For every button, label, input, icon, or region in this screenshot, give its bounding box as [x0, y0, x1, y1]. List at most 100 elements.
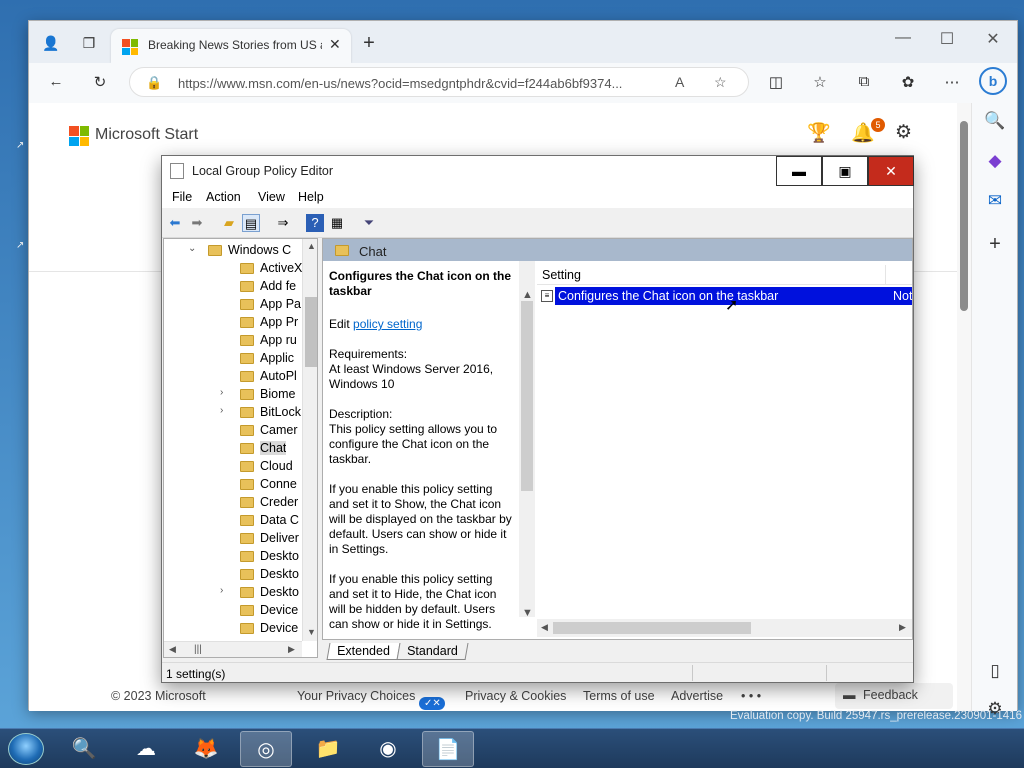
- scroll-right-icon[interactable]: ▶: [288, 644, 295, 655]
- desc-scroll-thumb[interactable]: [521, 301, 533, 491]
- settings-gear-icon[interactable]: ⚙: [895, 121, 912, 144]
- profile-icon[interactable]: 👤: [41, 33, 61, 53]
- tree-item[interactable]: Deskto: [164, 565, 304, 583]
- tree-item[interactable]: AutoPl: [164, 367, 304, 385]
- more-menu-icon[interactable]: ⋯: [941, 73, 963, 91]
- favorites-icon[interactable]: ☆: [809, 73, 831, 91]
- copilot-icon[interactable]: ◆: [984, 151, 1006, 171]
- favorite-star-icon[interactable]: ☆: [714, 74, 727, 91]
- terms-link[interactable]: Terms of use: [583, 689, 655, 703]
- close-tab-icon[interactable]: ✕: [329, 36, 341, 53]
- browser-tab[interactable]: Breaking News Stories from US a ✕: [111, 29, 351, 63]
- export-list-icon[interactable]: ⇒: [274, 214, 292, 232]
- chevron-down-icon[interactable]: ⌄: [188, 243, 196, 254]
- privacy-choices-link[interactable]: Your Privacy Choices ✓✕: [297, 689, 446, 710]
- tree-item[interactable]: Device: [164, 601, 304, 619]
- tab-standard[interactable]: Standard: [396, 643, 469, 660]
- close-window-icon[interactable]: ✕: [983, 29, 1003, 49]
- new-tab-icon[interactable]: +: [359, 33, 379, 53]
- forward-arrow-icon[interactable]: ➡: [188, 214, 206, 232]
- gpe-maximize-button[interactable]: ▣: [822, 156, 868, 186]
- tree-item[interactable]: Camer: [164, 421, 304, 439]
- split-screen-icon[interactable]: ◫: [765, 73, 787, 91]
- tree-item[interactable]: App ru: [164, 331, 304, 349]
- tree-scroll-thumb[interactable]: [305, 297, 317, 367]
- minimize-icon[interactable]: —: [893, 29, 913, 47]
- page-scrollbar[interactable]: [957, 103, 971, 711]
- read-aloud-icon[interactable]: A: [675, 74, 684, 90]
- firefox-icon[interactable]: 🦊: [180, 731, 232, 767]
- tree-item[interactable]: Applic: [164, 349, 304, 367]
- scroll-up-icon[interactable]: ▲: [307, 241, 316, 251]
- address-bar[interactable]: 🔒 https://www.msn.com/en-us/news?ocid=ms…: [129, 67, 749, 97]
- tree-hscroll-thumb[interactable]: |||: [194, 644, 202, 655]
- more-links-button[interactable]: • • •: [741, 689, 761, 703]
- outlook-icon[interactable]: ✉: [984, 191, 1006, 211]
- list-scroll-right-icon[interactable]: ▶: [899, 622, 906, 633]
- properties-icon[interactable]: ▦: [328, 214, 346, 232]
- table-row[interactable]: ≡ Configures the Chat icon on the taskba…: [537, 287, 912, 314]
- setting-column-header[interactable]: Setting: [537, 265, 912, 285]
- menu-view[interactable]: View: [258, 190, 285, 204]
- tree-item[interactable]: Conne: [164, 475, 304, 493]
- tree-item[interactable]: App Pr: [164, 313, 304, 331]
- tree-vertical-scrollbar[interactable]: ▲ ▼: [302, 239, 317, 641]
- chevron-right-icon[interactable]: ›: [220, 387, 223, 398]
- privacy-cookies-link[interactable]: Privacy & Cookies: [465, 689, 566, 703]
- policy-tree[interactable]: ▲ ▼ ◀ ||| ▶ ⌄ Windows C ActiveX Add fe App P…: [163, 238, 318, 658]
- tree-item[interactable]: Deskto: [164, 547, 304, 565]
- tree-horizontal-scrollbar[interactable]: ◀ ||| ▶: [164, 641, 302, 657]
- weather-widget-icon[interactable]: ☁: [120, 731, 172, 767]
- tree-item[interactable]: ⌄ Windows C: [164, 241, 304, 259]
- menu-file[interactable]: File: [172, 190, 192, 204]
- advertise-link[interactable]: Advertise: [671, 689, 723, 703]
- file-explorer-icon[interactable]: 📁: [302, 731, 354, 767]
- sidebar-toggle-icon[interactable]: ▯: [984, 661, 1006, 681]
- tree-item[interactable]: › Biome: [164, 385, 304, 403]
- tree-item[interactable]: Add fe: [164, 277, 304, 295]
- page-scroll-thumb[interactable]: [960, 121, 968, 311]
- up-folder-icon[interactable]: ▰: [220, 214, 238, 232]
- tab-actions-icon[interactable]: ❐: [79, 33, 99, 53]
- bing-copilot-icon[interactable]: b: [979, 67, 1007, 95]
- desc-scroll-up-icon[interactable]: ▲: [522, 289, 533, 301]
- gpe-titlebar[interactable]: Local Group Policy Editor ▬ ▣ ✕: [162, 156, 914, 186]
- filter-icon[interactable]: ⏷: [360, 214, 378, 232]
- chrome-icon[interactable]: ◉: [362, 731, 414, 767]
- url-text[interactable]: https://www.msn.com/en-us/news?ocid=msed…: [178, 76, 668, 91]
- description-scrollbar[interactable]: ▲ ▼: [519, 261, 535, 619]
- search-icon[interactable]: 🔍: [984, 111, 1006, 131]
- gpe-close-button[interactable]: ✕: [868, 156, 914, 186]
- list-scroll-thumb[interactable]: [553, 622, 751, 634]
- start-button-icon[interactable]: [8, 733, 44, 765]
- tree-item[interactable]: Deliver: [164, 529, 304, 547]
- scroll-left-icon[interactable]: ◀: [169, 644, 176, 655]
- back-arrow-icon[interactable]: ⬅: [166, 214, 184, 232]
- tab-extended[interactable]: Extended: [326, 643, 401, 660]
- gpe-minimize-button[interactable]: ▬: [776, 156, 822, 186]
- edge-taskbar-icon[interactable]: ◎: [240, 731, 292, 767]
- feedback-button[interactable]: ▬ Feedback: [835, 683, 953, 709]
- list-horizontal-scrollbar[interactable]: ◀ ▶: [537, 619, 912, 637]
- lock-icon[interactable]: 🔒: [146, 75, 162, 91]
- menu-help[interactable]: Help: [298, 190, 324, 204]
- scroll-down-icon[interactable]: ▼: [307, 627, 316, 637]
- chevron-right-icon[interactable]: ›: [220, 585, 223, 596]
- tree-item[interactable]: Device: [164, 619, 304, 637]
- add-sidebar-app-icon[interactable]: +: [984, 233, 1006, 256]
- refresh-icon[interactable]: ↻: [89, 73, 111, 91]
- desc-scroll-down-icon[interactable]: ▼: [522, 607, 533, 619]
- back-icon[interactable]: ←: [45, 73, 67, 90]
- tree-item[interactable]: Data C: [164, 511, 304, 529]
- extensions-icon[interactable]: ✿: [897, 73, 919, 91]
- tree-item[interactable]: App Pa: [164, 295, 304, 313]
- tree-item[interactable]: Creder: [164, 493, 304, 511]
- search-icon[interactable]: 🔍: [58, 731, 110, 767]
- tree-item[interactable]: Cloud: [164, 457, 304, 475]
- list-scroll-left-icon[interactable]: ◀: [541, 622, 548, 633]
- show-hide-tree-icon[interactable]: ▤: [242, 214, 260, 232]
- collections-icon[interactable]: ⧉: [853, 73, 875, 90]
- edit-policy-link[interactable]: policy setting: [353, 317, 422, 331]
- policy-editor-taskbar-icon[interactable]: 📄: [422, 731, 474, 767]
- maximize-icon[interactable]: ☐: [937, 29, 957, 49]
